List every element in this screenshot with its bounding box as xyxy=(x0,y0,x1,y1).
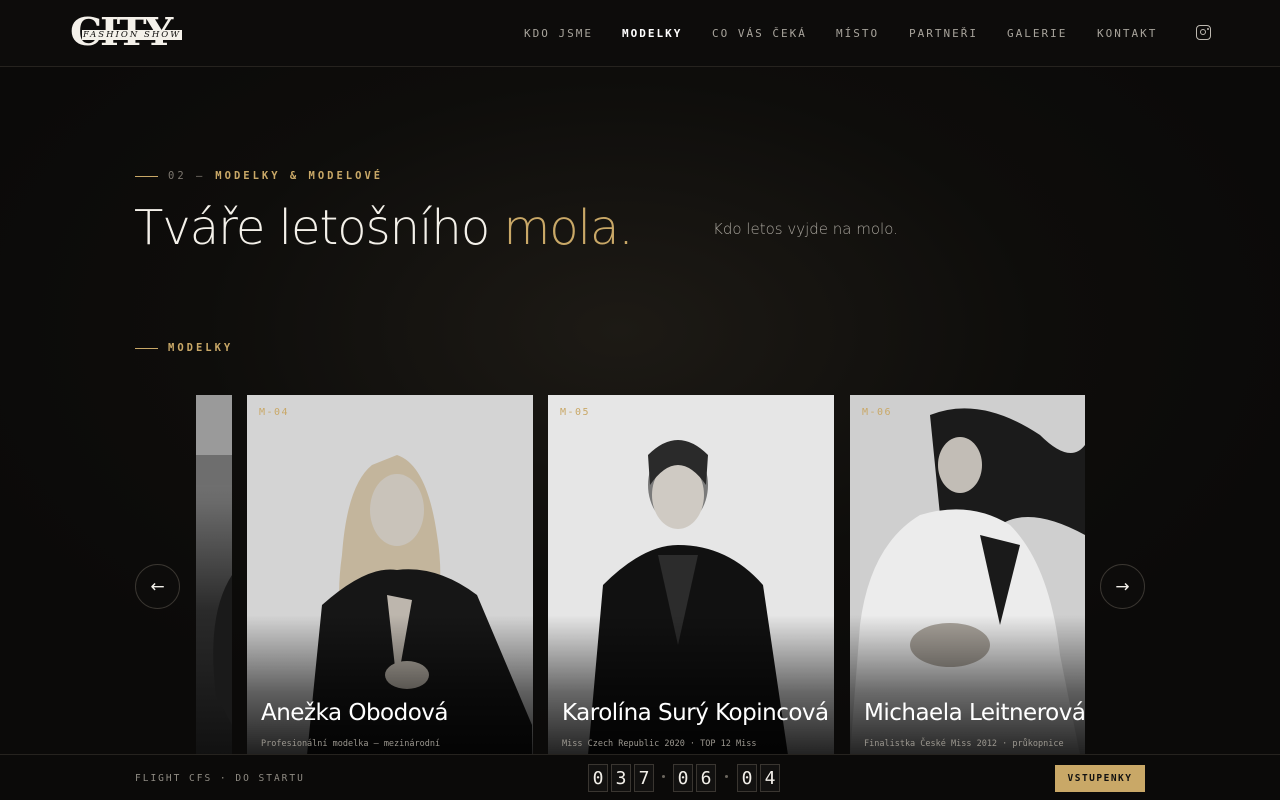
group-label-line xyxy=(135,347,158,349)
group-label-text: MODELKY xyxy=(168,342,234,354)
section-number: 02 — xyxy=(168,170,206,182)
nav-item-galerie[interactable]: GALERIE xyxy=(1007,27,1067,40)
model-card[interactable]: M-04 Anežka Obodová Profesionální modelk… xyxy=(247,395,533,755)
nav-item-misto[interactable]: MÍSTO xyxy=(836,27,879,40)
countdown-separator xyxy=(662,775,665,778)
model-description: Finalistka České Miss 2012 · průkopnice xyxy=(864,739,1064,749)
countdown-digit: 3 xyxy=(611,764,631,792)
model-code: M-05 xyxy=(560,407,591,418)
eyebrow-line xyxy=(135,175,158,177)
flight-label: FLIGHT CFS · DO STARTU xyxy=(135,773,305,784)
card-shade xyxy=(850,615,1085,755)
arrow-right-icon: → xyxy=(1115,576,1130,597)
card-shade xyxy=(247,615,533,755)
instagram-icon[interactable] xyxy=(1196,25,1211,40)
nav-item-kdo-jsme[interactable]: KDO JSME xyxy=(524,27,593,40)
countdown-digit: 0 xyxy=(588,764,608,792)
nav-item-kontakt[interactable]: KONTAKT xyxy=(1097,27,1157,40)
title-accent: mola. xyxy=(503,200,633,256)
page-title: Tváře letošního mola. xyxy=(134,200,634,256)
models-carousel[interactable]: M-04 Anežka Obodová Profesionální modelk… xyxy=(196,395,1085,755)
countdown-separator xyxy=(725,775,728,778)
tickets-button[interactable]: VSTUPENKY xyxy=(1055,765,1145,792)
countdown-digit: 0 xyxy=(737,764,757,792)
countdown-bar: FLIGHT CFS · DO STARTU 0 3 7 0 6 0 4 VST… xyxy=(0,754,1280,800)
nav-item-modelky[interactable]: MODELKY xyxy=(622,27,682,40)
section-subtitle: Kdo letos vyjde na molo. xyxy=(713,220,898,238)
countdown-digit: 4 xyxy=(760,764,780,792)
section-eyebrow-label: MODELKY & MODELOVÉ xyxy=(215,170,384,182)
carousel-next-button[interactable]: → xyxy=(1100,564,1145,609)
city-fashion-show-logo[interactable]: CITY FASHION SHOW xyxy=(70,9,182,55)
model-card[interactable]: M-06 Michaela Leitnerová Finalistka Česk… xyxy=(850,395,1085,755)
group-label: MODELKY xyxy=(135,342,233,354)
countdown-digit: 7 xyxy=(634,764,654,792)
arrow-left-icon: ← xyxy=(150,576,165,597)
carousel-prev-button[interactable]: ← xyxy=(135,564,180,609)
model-name: Michaela Leitnerová xyxy=(864,700,1085,726)
model-card-partial[interactable] xyxy=(196,395,232,755)
card-shade xyxy=(548,615,834,755)
site-header: CITY FASHION SHOW KDO JSME MODELKY CO VÁ… xyxy=(0,0,1280,67)
model-name: Karolína Surý Kopincová xyxy=(562,700,829,726)
nav-item-co-vas-ceka[interactable]: CO VÁS ČEKÁ xyxy=(712,27,807,40)
model-description: Miss Czech Republic 2020 · TOP 12 Miss xyxy=(562,739,757,749)
countdown-digit: 6 xyxy=(696,764,716,792)
model-code: M-04 xyxy=(259,407,290,418)
model-card[interactable]: M-05 Karolína Surý Kopincová Miss Czech … xyxy=(548,395,834,755)
logo-subtitle: FASHION SHOW xyxy=(82,30,182,40)
model-photo xyxy=(196,395,232,725)
title-main: Tváře letošního xyxy=(134,200,504,256)
nav-item-partneri[interactable]: PARTNEŘI xyxy=(909,27,978,40)
model-name: Anežka Obodová xyxy=(261,700,449,726)
model-code: M-06 xyxy=(862,407,893,418)
section-eyebrow: 02 — MODELKY & MODELOVÉ xyxy=(135,170,383,182)
model-description: Profesionální modelka — mezinárodní xyxy=(261,739,441,749)
countdown-digit: 0 xyxy=(673,764,693,792)
